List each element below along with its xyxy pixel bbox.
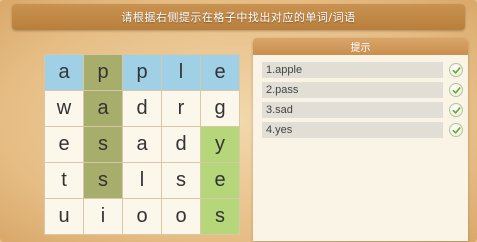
game-board: 请根据右侧提示在格子中找出对应的单词/词语 a p p l e w a d r … <box>0 0 477 242</box>
grid-cell[interactable]: s <box>84 127 123 163</box>
grid-cell[interactable]: s <box>201 199 240 235</box>
grid-cell[interactable]: p <box>84 55 123 91</box>
grid-cell[interactable]: w <box>45 91 84 127</box>
grid-cell[interactable]: l <box>123 163 162 199</box>
hint-item: 3.sad <box>262 102 463 118</box>
grid-cell[interactable]: u <box>45 199 84 235</box>
grid-cell[interactable]: e <box>201 163 240 199</box>
check-icon <box>449 63 463 77</box>
grid-cell[interactable]: a <box>84 91 123 127</box>
grid-cell[interactable]: a <box>45 55 84 91</box>
hint-item-label: 2.pass <box>266 84 299 96</box>
grid-cell[interactable]: s <box>162 163 201 199</box>
hint-title: 提示 <box>350 43 371 54</box>
check-icon <box>449 123 463 137</box>
check-icon <box>449 103 463 117</box>
grid-cell[interactable]: s <box>84 163 123 199</box>
grid-cell[interactable]: p <box>123 55 162 91</box>
hint-item-label: 4.yes <box>266 124 293 136</box>
grid-cell[interactable]: d <box>123 91 162 127</box>
hint-header: 提示 <box>253 38 468 55</box>
grid-cell[interactable]: o <box>162 199 201 235</box>
grid-cell[interactable]: t <box>45 163 84 199</box>
grid-cell[interactable]: r <box>162 91 201 127</box>
instruction-bar: 请根据右侧提示在格子中找出对应的单词/词语 <box>12 4 465 30</box>
hint-item-label: 3.sad <box>266 104 293 116</box>
grid-cell[interactable]: a <box>123 127 162 163</box>
hint-panel: 提示 1.apple 2.pass 3.sad 4.yes <box>253 38 468 241</box>
grid-cell[interactable]: g <box>201 91 240 127</box>
grid-cell[interactable]: y <box>201 127 240 163</box>
hint-item: 4.yes <box>262 122 463 138</box>
grid-cell[interactable]: e <box>201 55 240 91</box>
grid-cell[interactable]: e <box>45 127 84 163</box>
hint-item: 1.apple <box>262 62 463 78</box>
check-icon <box>449 83 463 97</box>
grid-cell[interactable]: i <box>84 199 123 235</box>
hint-item-label: 1.apple <box>266 64 303 76</box>
grid-cell[interactable]: d <box>162 127 201 163</box>
hint-list: 1.apple 2.pass 3.sad 4.yes <box>253 55 468 138</box>
grid-cell[interactable]: o <box>123 199 162 235</box>
instruction-text: 请根据右侧提示在格子中找出对应的单词/词语 <box>121 11 356 24</box>
letter-grid: a p p l e w a d r g e s a d y t s l s e … <box>44 54 240 235</box>
grid-cell[interactable]: l <box>162 55 201 91</box>
hint-item: 2.pass <box>262 82 463 98</box>
